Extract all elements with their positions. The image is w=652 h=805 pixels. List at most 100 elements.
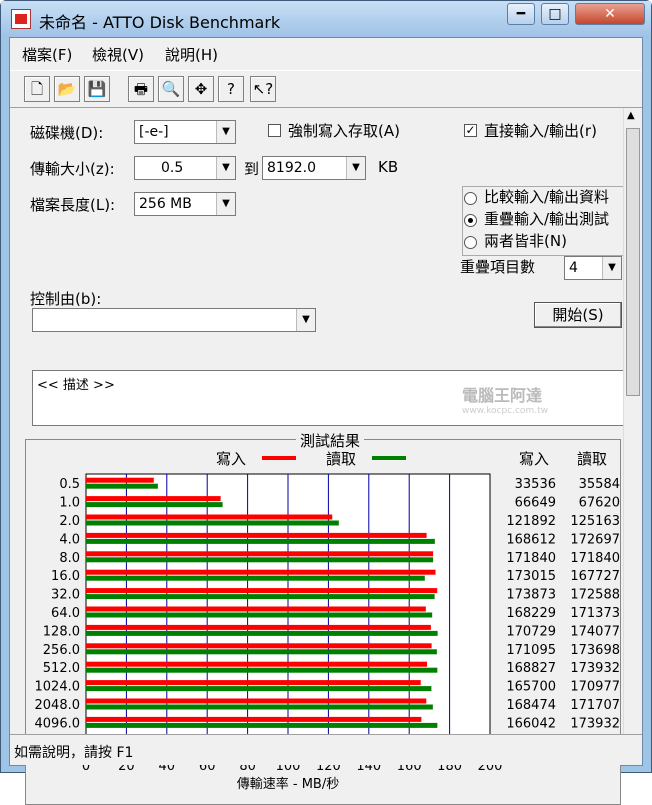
legend-write-swatch	[262, 456, 296, 460]
overlap-io-label: 重疊輸入/輸出測試	[484, 210, 610, 228]
y-tick-label: 2048.0	[35, 698, 81, 713]
y-tick-label: 8.0	[59, 551, 80, 566]
scroll-up-icon[interactable]: ▲	[627, 110, 635, 121]
write-value: 66649	[515, 496, 556, 511]
direct-io-checkbox[interactable]: ✓	[464, 124, 477, 137]
y-tick-label: 1024.0	[35, 680, 81, 695]
print-preview-icon[interactable]: 🔍	[158, 76, 184, 102]
read-bar	[86, 483, 158, 489]
chevron-down-icon[interactable]: ▼	[216, 121, 235, 143]
help-icon[interactable]: ?	[218, 76, 244, 102]
read-bar	[86, 594, 435, 600]
read-bar	[86, 649, 437, 655]
status-text: 如需說明，請按 F1	[14, 745, 134, 761]
read-bar	[86, 630, 438, 636]
chevron-down-icon[interactable]: ▼	[216, 193, 235, 215]
write-bar	[86, 698, 427, 704]
maximize-button[interactable]: □	[541, 3, 569, 25]
app-window: 未命名 - ATTO Disk Benchmark ━ □ ✕ 檔案(F) 檢視…	[0, 0, 652, 805]
compare-io-radio[interactable]	[464, 192, 477, 205]
write-value: 166042	[506, 716, 556, 731]
write-bar	[86, 624, 431, 630]
read-value: 173932	[570, 716, 620, 731]
write-bar	[86, 477, 154, 483]
scroll-thumb[interactable]	[626, 128, 640, 396]
controlled-by-select[interactable]: ▼	[32, 308, 316, 332]
chevron-down-icon[interactable]: ▼	[296, 309, 315, 331]
y-tick-label: 32.0	[51, 588, 80, 603]
print-icon[interactable]: 🖶	[128, 76, 154, 102]
settings-pane: 磁碟機(D): [-e-] ▼ 強制寫入存取(A) ✓ 直接輸入/輸出(r) 傳…	[12, 108, 642, 805]
read-value: 174077	[570, 624, 620, 639]
new-file-icon[interactable]: 🗋	[24, 76, 50, 102]
transfer-from-select[interactable]: 0.5 ▼	[134, 156, 236, 180]
neither-radio[interactable]	[464, 236, 477, 249]
app-icon[interactable]	[11, 9, 31, 29]
write-bar	[86, 661, 428, 667]
read-bar	[86, 520, 339, 526]
queue-depth-label: 重疊項目數	[460, 258, 536, 276]
controlled-by-label: 控制由(b):	[30, 290, 102, 308]
move-icon[interactable]: ✥	[188, 76, 214, 102]
transfer-to-select[interactable]: 8192.0 ▼	[262, 156, 366, 180]
menu-bar: 檔案(F) 檢視(V) 說明(H)	[10, 38, 642, 70]
y-tick-label: 128.0	[43, 624, 80, 639]
compare-io-label: 比較輸入/輸出資料	[484, 188, 610, 206]
file-length-select[interactable]: 256 MB ▼	[134, 192, 236, 216]
drive-label: 磁碟機(D):	[30, 124, 104, 142]
write-column-header: 寫入	[519, 450, 549, 468]
chevron-down-icon[interactable]: ▼	[216, 157, 235, 179]
read-value: 35584	[579, 477, 620, 492]
direct-io-label: 直接輸入/輸出(r)	[484, 122, 597, 140]
read-value: 171840	[570, 551, 620, 566]
write-value: 170729	[506, 624, 556, 639]
read-value: 173932	[570, 661, 620, 676]
y-tick-label: 2.0	[59, 514, 80, 529]
close-button[interactable]: ✕	[575, 3, 645, 25]
read-column-header: 讀取	[577, 450, 607, 468]
drive-select[interactable]: [-e-] ▼	[134, 120, 236, 144]
read-value: 171707	[570, 698, 620, 713]
y-tick-label: 512.0	[43, 661, 80, 676]
neither-label: 兩者皆非(N)	[484, 232, 567, 250]
vertical-scrollbar[interactable]: ▲ ▼	[623, 108, 642, 748]
write-value: 168474	[506, 698, 556, 713]
read-value: 171373	[570, 606, 620, 621]
start-button[interactable]: 開始(S)	[534, 302, 622, 328]
write-value: 165700	[506, 680, 556, 695]
overlap-io-radio[interactable]	[464, 214, 477, 227]
open-folder-icon[interactable]: 📂	[54, 76, 80, 102]
minimize-button[interactable]: ━	[507, 3, 535, 25]
y-tick-label: 4096.0	[35, 716, 81, 731]
y-tick-label: 4.0	[59, 532, 80, 547]
force-write-checkbox[interactable]	[268, 124, 281, 137]
transfer-size-label: 傳輸大小(z):	[30, 160, 115, 178]
menu-file[interactable]: 檔案(F)	[22, 44, 72, 65]
write-value: 168612	[506, 532, 556, 547]
read-value: 172697	[570, 532, 620, 547]
write-bar	[86, 514, 333, 520]
save-icon[interactable]: 💾	[84, 76, 110, 102]
transfer-from-value: 0.5	[161, 160, 184, 176]
watermark-text: 電腦王阿達	[462, 386, 543, 405]
y-tick-label: 16.0	[51, 569, 80, 584]
drive-value: [-e-]	[139, 124, 169, 140]
read-bar	[86, 502, 223, 508]
menu-view[interactable]: 檢視(V)	[92, 44, 144, 65]
write-bar	[86, 643, 432, 649]
legend-read-label: 讀取	[326, 450, 356, 468]
menu-help[interactable]: 說明(H)	[165, 44, 218, 65]
window-title: 未命名 - ATTO Disk Benchmark	[39, 13, 281, 32]
chevron-down-icon[interactable]: ▼	[346, 157, 365, 179]
file-length-label: 檔案長度(L):	[30, 196, 116, 214]
title-bar[interactable]: 未命名 - ATTO Disk Benchmark ━ □ ✕	[1, 1, 651, 37]
queue-depth-select[interactable]: 4 ▼	[564, 256, 622, 280]
chevron-down-icon[interactable]: ▼	[602, 257, 621, 279]
write-value: 168827	[506, 661, 556, 676]
read-value: 173698	[570, 643, 620, 658]
context-help-icon[interactable]: ↖?	[250, 76, 276, 102]
y-tick-label: 1.0	[59, 496, 80, 511]
write-bar	[86, 680, 421, 686]
read-bar	[86, 686, 432, 692]
write-value: 171095	[506, 643, 556, 658]
